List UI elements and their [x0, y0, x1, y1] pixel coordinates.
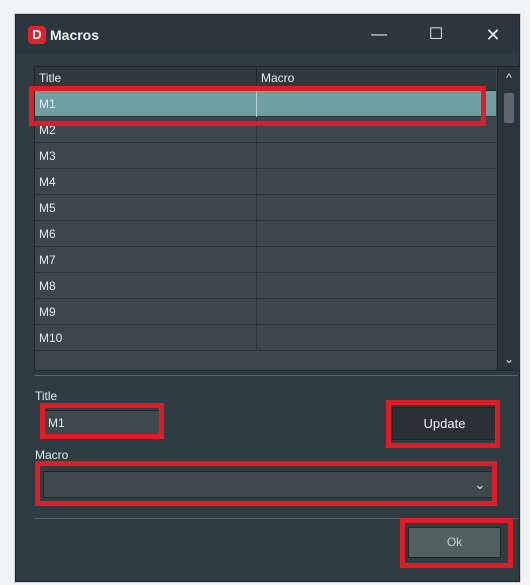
divider — [34, 375, 518, 376]
divider — [34, 518, 518, 519]
table-row[interactable]: M9 — [35, 299, 496, 325]
table-scrollbar[interactable]: ^ ⌄ — [497, 67, 520, 370]
column-header-title[interactable]: Title — [35, 67, 257, 90]
maximize-icon[interactable]: ☐ — [422, 25, 450, 45]
title-input[interactable]: M1 — [43, 410, 163, 437]
table-row[interactable]: M6 — [35, 221, 496, 247]
row-title-cell[interactable]: M8 — [35, 273, 257, 299]
table-row[interactable]: M7 — [35, 247, 496, 273]
table-header: Title Macro — [35, 67, 496, 91]
row-macro-cell[interactable] — [257, 195, 496, 221]
window-title: Macros — [50, 27, 100, 43]
row-macro-cell[interactable] — [257, 247, 496, 273]
row-macro-cell[interactable] — [257, 273, 496, 299]
table-row[interactable]: M5 — [35, 195, 496, 221]
table-row[interactable]: M1 — [35, 91, 496, 117]
row-macro-cell[interactable] — [257, 169, 496, 195]
ok-button[interactable]: Ok — [408, 527, 501, 558]
macros-dialog: D Macros — ☐ ✕ Title Macro M1 M2 M3 M4 M… — [15, 14, 520, 582]
macro-dropdown[interactable]: ⌄ — [43, 471, 495, 498]
row-macro-cell[interactable] — [257, 143, 496, 169]
row-macro-cell[interactable] — [257, 221, 496, 247]
app-logo-icon: D — [28, 26, 46, 44]
chevron-up-icon[interactable]: ^ — [498, 67, 520, 89]
minimize-icon[interactable]: — — [365, 25, 393, 45]
table-row[interactable]: M2 — [35, 117, 496, 143]
chevron-down-icon[interactable]: ⌄ — [472, 472, 488, 497]
title-label: Title — [35, 389, 58, 403]
macro-label: Macro — [35, 448, 69, 462]
macros-table: Title Macro M1 M2 M3 M4 M5 M6 M7 M8 M9 M… — [34, 66, 520, 371]
title-bar: D Macros — ☐ ✕ — [16, 15, 519, 55]
update-button[interactable]: Update — [392, 407, 497, 440]
row-title-cell[interactable]: M4 — [35, 169, 257, 195]
row-title-cell[interactable]: M10 — [35, 325, 257, 351]
row-title-cell[interactable]: M7 — [35, 247, 257, 273]
table-row[interactable]: M3 — [35, 143, 496, 169]
row-macro-cell[interactable] — [257, 299, 496, 325]
table-row[interactable]: M8 — [35, 273, 496, 299]
row-title-cell[interactable]: M6 — [35, 221, 257, 247]
chevron-down-icon[interactable]: ⌄ — [498, 348, 520, 370]
table-row[interactable]: M10 — [35, 325, 496, 351]
scrollbar-thumb[interactable] — [504, 93, 514, 123]
row-macro-cell[interactable] — [257, 325, 496, 351]
table-row[interactable]: M4 — [35, 169, 496, 195]
row-title-cell[interactable]: M2 — [35, 117, 257, 143]
table-body: M1 M2 M3 M4 M5 M6 M7 M8 M9 M10 — [35, 91, 496, 370]
column-header-macro[interactable]: Macro — [257, 67, 496, 90]
row-title-cell[interactable]: M9 — [35, 299, 257, 325]
row-title-cell[interactable]: M5 — [35, 195, 257, 221]
row-macro-cell[interactable] — [257, 117, 496, 143]
row-title-cell[interactable]: M3 — [35, 143, 257, 169]
row-macro-cell[interactable] — [257, 91, 496, 117]
close-icon[interactable]: ✕ — [479, 25, 507, 45]
row-title-cell[interactable]: M1 — [35, 91, 257, 117]
